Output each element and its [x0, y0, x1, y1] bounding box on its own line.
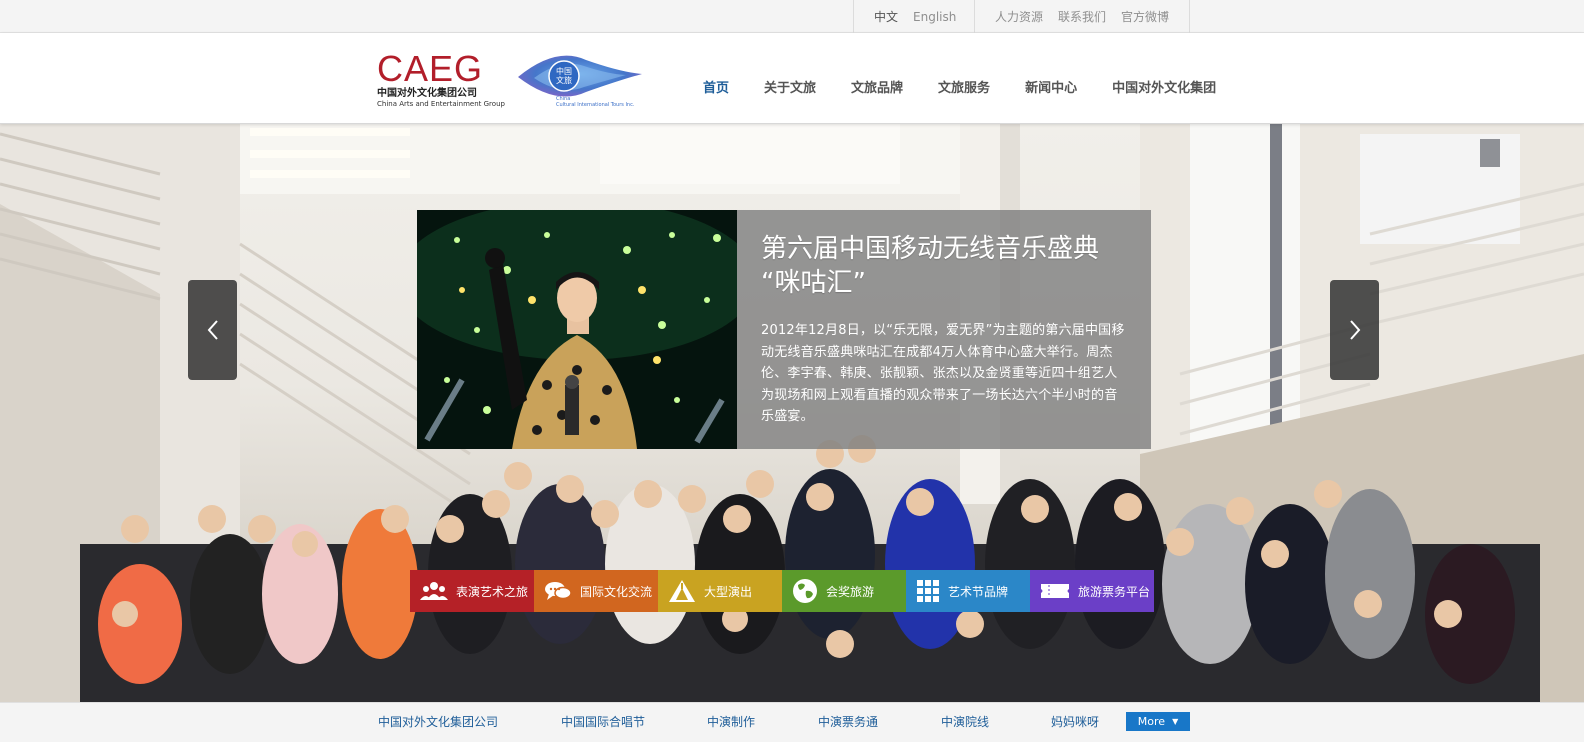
more-dropdown-button[interactable]: More ▼	[1126, 712, 1190, 731]
category-performing-arts-tour[interactable]: 表演艺术之旅	[410, 570, 534, 612]
hero-banner: 第六届中国移动无线音乐盛典 “咪咕汇” 2012年12月8日，以“乐无限，爱无界…	[0, 124, 1584, 702]
svg-text:中国: 中国	[556, 66, 572, 76]
featured-slide[interactable]: 第六届中国移动无线音乐盛典 “咪咕汇” 2012年12月8日，以“乐无限，爱无界…	[417, 210, 1151, 449]
utility-links: 人力资源 联系我们 官方微博	[974, 0, 1190, 33]
chevron-right-icon	[1349, 320, 1360, 340]
partner-link[interactable]: 妈妈咪呀	[1051, 713, 1099, 730]
category-label: 会奖旅游	[826, 584, 875, 599]
carousel-prev-button[interactable]	[188, 280, 237, 380]
partner-link[interactable]: 中演票务通	[818, 713, 878, 730]
main-nav: 首页 关于文旅 文旅品牌 文旅服务 新闻中心 中国对外文化集团	[703, 77, 1251, 96]
slide-photo	[417, 210, 737, 449]
partner-link[interactable]: 中国对外文化集团公司	[378, 713, 498, 730]
carousel-next-button[interactable]	[1330, 280, 1379, 380]
partner-links-bar: 中国对外文化集团公司 中国国际合唱节 中演制作 中演票务通 中演院线 妈妈咪呀 …	[0, 702, 1584, 742]
hr-link[interactable]: 人力资源	[995, 8, 1043, 25]
ticket-icon	[1041, 584, 1069, 598]
caret-down-icon: ▼	[1172, 717, 1179, 726]
partner-link[interactable]: 中演院线	[941, 713, 989, 730]
category-label: 表演艺术之旅	[456, 584, 529, 599]
concert-photo	[417, 210, 737, 449]
group-icon	[420, 582, 448, 600]
category-label: 大型演出	[704, 584, 753, 599]
weibo-link[interactable]: 官方微博	[1121, 8, 1169, 25]
nav-news[interactable]: 新闻中心	[1025, 77, 1077, 96]
category-label: 艺术节品牌	[948, 584, 1009, 599]
chat-icon	[545, 582, 572, 600]
cit-logo[interactable]: 中国 文旅 China Cultural International Tours…	[516, 50, 646, 112]
nav-group[interactable]: 中国对外文化集团	[1112, 77, 1216, 96]
category-arts-festival[interactable]: 艺术节品牌	[906, 570, 1030, 612]
category-label: 旅游票务平台	[1078, 584, 1151, 599]
nav-about[interactable]: 关于文旅	[764, 77, 816, 96]
category-tiles: 表演艺术之旅 国际文化交流 大型演出 会奖旅游 艺术节品牌 旅游票务平台	[410, 570, 1154, 612]
category-mice-travel[interactable]: 会奖旅游	[782, 570, 906, 612]
contact-link[interactable]: 联系我们	[1058, 8, 1106, 25]
caeg-logo[interactable]: CAEG 中国对外文化集团公司 China Arts and Entertain…	[377, 48, 505, 111]
more-label: More	[1137, 715, 1166, 728]
slide-caption: 第六届中国移动无线音乐盛典 “咪咕汇” 2012年12月8日，以“乐无限，爱无界…	[737, 210, 1151, 449]
caeg-logo-wordmark: CAEG	[377, 48, 484, 89]
nav-home[interactable]: 首页	[703, 77, 729, 96]
lang-chinese-link[interactable]: 中文	[874, 8, 898, 25]
grid-icon	[917, 580, 939, 602]
language-switcher: 中文 English	[853, 0, 975, 33]
category-label: 国际文化交流	[580, 584, 653, 599]
partner-link[interactable]: 中演制作	[707, 713, 755, 730]
category-cultural-exchange[interactable]: 国际文化交流	[534, 570, 658, 612]
caeg-logo-chinese: 中国对外文化集团公司	[377, 88, 477, 99]
svg-text:Cultural International Tours I: Cultural International Tours Inc.	[556, 102, 635, 108]
category-ticketing-platform[interactable]: 旅游票务平台	[1030, 570, 1154, 612]
top-utility-bar: 中文 English 人力资源 联系我们 官方微博	[0, 0, 1584, 33]
stage-icon	[669, 580, 695, 602]
lang-english-link[interactable]: English	[913, 10, 956, 24]
caeg-logo-english: China Arts and Entertainment Group	[377, 100, 505, 108]
nav-services[interactable]: 文旅服务	[938, 77, 990, 96]
globe-icon	[793, 579, 817, 603]
nav-brands[interactable]: 文旅品牌	[851, 77, 903, 96]
slide-title[interactable]: 第六届中国移动无线音乐盛典 “咪咕汇”	[761, 232, 1129, 300]
slide-body: 2012年12月8日，以“乐无限，爱无界”为主题的第六届中国移动无线音乐盛典咪咕…	[761, 323, 1125, 424]
svg-text:文旅: 文旅	[556, 75, 572, 85]
site-header: CAEG 中国对外文化集团公司 China Arts and Entertain…	[0, 33, 1584, 124]
chevron-left-icon	[207, 320, 218, 340]
category-large-performances[interactable]: 大型演出	[658, 570, 782, 612]
partner-link[interactable]: 中国国际合唱节	[561, 713, 645, 730]
cit-logo-mark: 中国 文旅 China Cultural International Tours…	[518, 55, 642, 108]
